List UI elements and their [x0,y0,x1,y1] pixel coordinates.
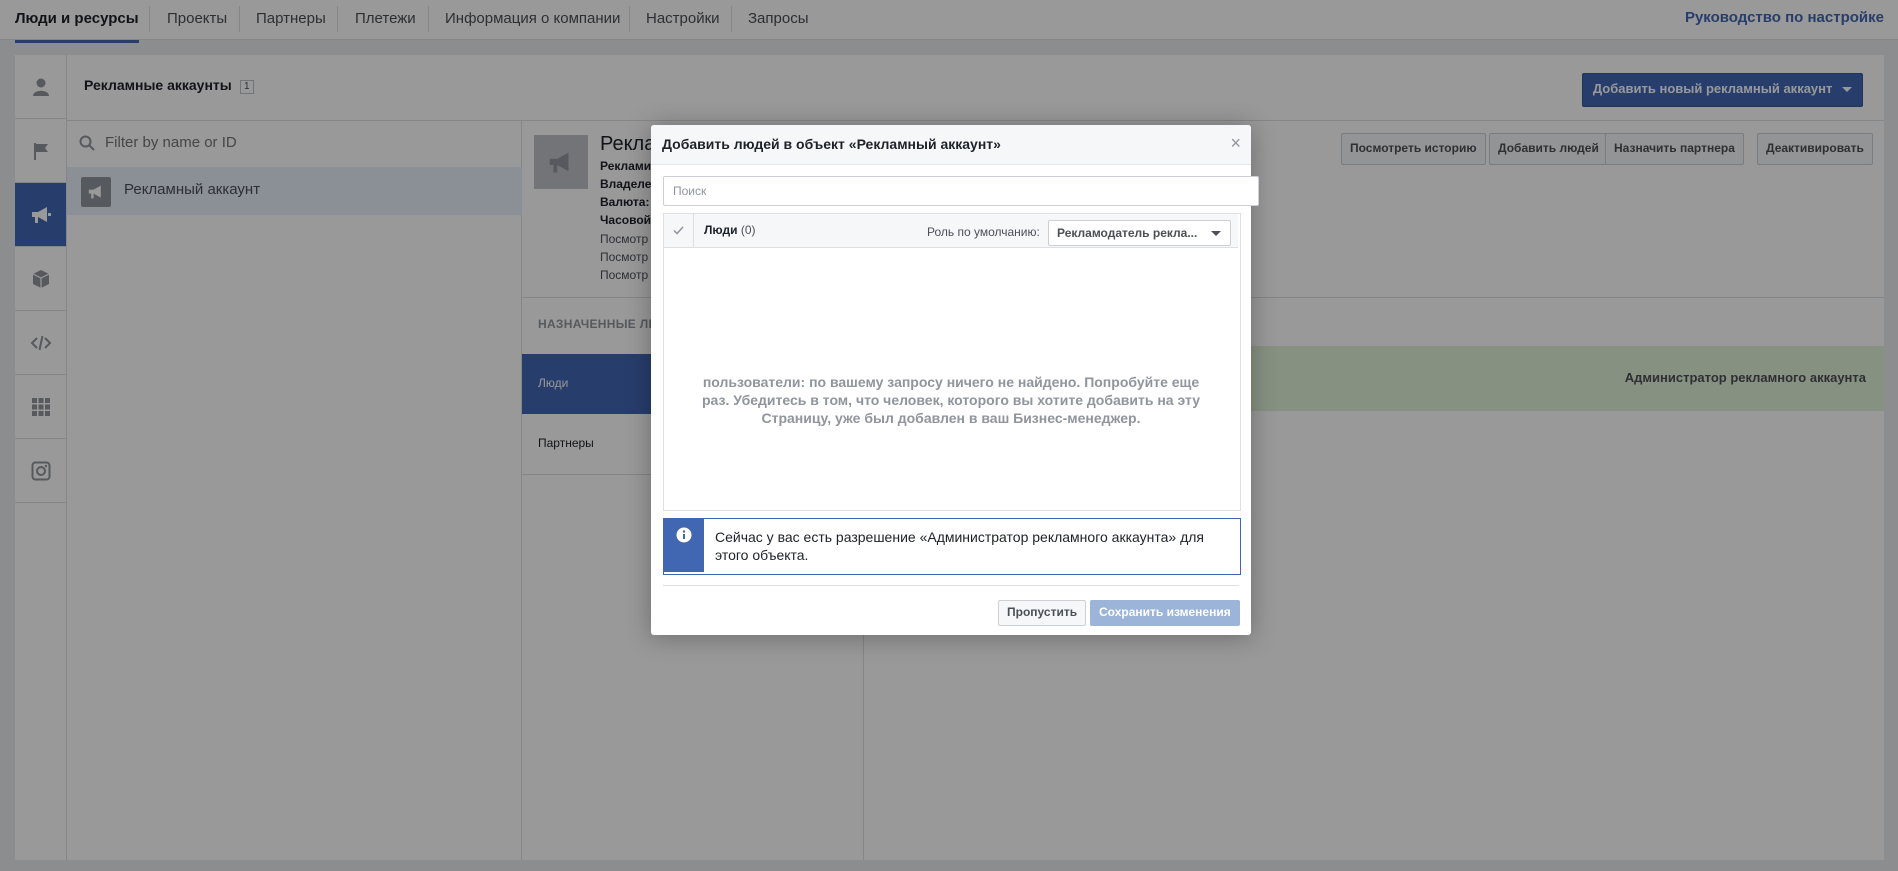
chevron-down-icon [1211,231,1221,236]
select-all-checkbox[interactable] [664,214,694,247]
info-banner-side [664,519,704,572]
people-count: (0) [740,223,756,237]
dialog-title: Добавить людей в объект «Рекламный аккау… [662,136,1001,152]
dialog-header: Добавить людей в объект «Рекламный аккау… [651,125,1251,165]
default-role-select[interactable]: Рекламодатель рекла... [1048,220,1231,246]
people-list: Люди (0) Роль по умолчанию: Рекламодател… [663,213,1241,511]
default-role-label: Роль по умолчанию: [927,225,1040,239]
skip-button[interactable]: Пропустить [998,600,1087,626]
permission-info-box: Сейчас у вас есть разрешение «Администра… [663,518,1241,575]
add-people-dialog: Добавить людей в объект «Рекламный аккау… [651,125,1259,635]
save-changes-button[interactable]: Сохранить изменения [1090,600,1240,626]
dialog-divider [663,585,1239,586]
people-search-input[interactable] [663,176,1259,206]
people-list-header: Люди (0) Роль по умолчанию: Рекламодател… [664,214,1238,248]
empty-state-message: пользователи: по вашему запросу ничего н… [702,374,1200,426]
people-label: Люди (0) [704,223,756,237]
default-role-value: Рекламодатель рекла... [1057,226,1198,240]
info-icon [676,527,692,543]
check-icon [673,226,684,235]
close-icon[interactable]: × [1230,134,1241,152]
info-text: Сейчас у вас есть разрешение «Администра… [715,529,1205,563]
